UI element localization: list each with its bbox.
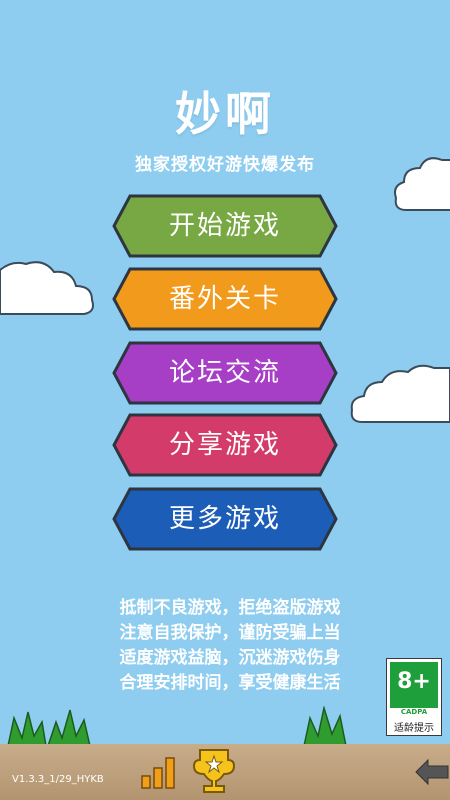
notice-line: 抵制不良游戏，拒绝盗版游戏 [119, 598, 341, 618]
more-games-button[interactable]: 更多游戏 [112, 486, 338, 552]
age-rating-org: CADPA [400, 708, 428, 716]
trophy-icon[interactable] [192, 746, 236, 794]
health-notice: 抵制不良游戏，拒绝盗版游戏 注意自我保护，谨防受骗上当 适度游戏益脑，沉迷游戏伤… [90, 596, 370, 696]
bar-chart-icon[interactable] [140, 750, 182, 790]
age-rating-tip: 适龄提示 [394, 723, 434, 734]
forum-button[interactable]: 论坛交流 [112, 340, 338, 406]
grass-right [303, 706, 347, 747]
back-arrow-icon[interactable] [412, 752, 450, 792]
age-rating-badge: 8+ CADPA 适龄提示 [386, 658, 442, 736]
version-label: V1.3.3_1/29_HYKB [12, 774, 104, 785]
grass-left [7, 709, 91, 747]
cloud-left [0, 261, 94, 315]
publisher-subtitle: 独家授权好游快爆发布 [135, 155, 315, 175]
game-title: 妙啊 [175, 87, 275, 141]
start-game-button[interactable]: 开始游戏 [112, 193, 338, 259]
notice-line: 合理安排时间，享受健康生活 [119, 673, 341, 693]
cloud-right [350, 364, 450, 423]
notice-line: 适度游戏益脑，沉迷游戏伤身 [119, 648, 341, 668]
share-game-button[interactable]: 分享游戏 [112, 412, 338, 478]
age-rating-label: 8+ [397, 669, 431, 694]
extra-levels-button[interactable]: 番外关卡 [112, 266, 338, 332]
notice-line: 注意自我保护，谨防受骗上当 [119, 623, 341, 643]
